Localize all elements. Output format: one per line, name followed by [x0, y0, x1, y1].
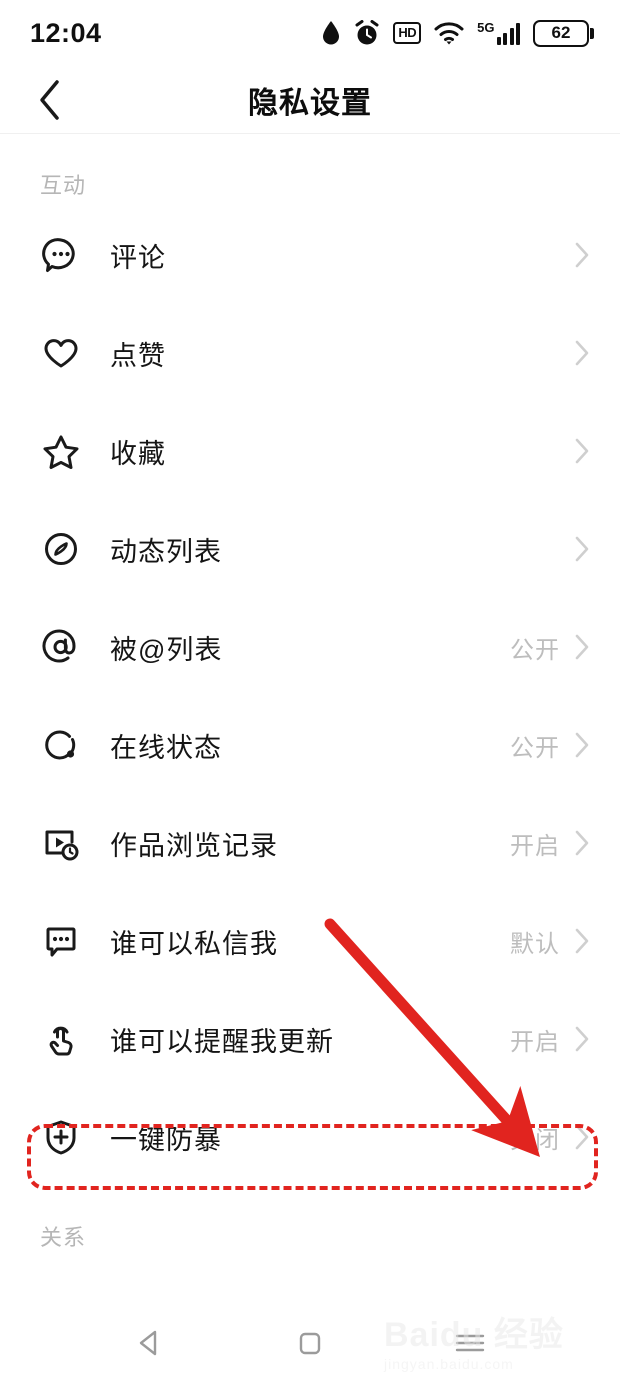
nav-home-button[interactable] [280, 1313, 340, 1373]
list-item-label: 谁可以提醒我更新 [110, 1026, 334, 1057]
signal-bars-icon [496, 23, 520, 45]
list-item-feed-list[interactable]: 动态列表 [0, 500, 620, 598]
video-history-icon [40, 822, 82, 864]
chevron-right-icon [574, 927, 590, 955]
battery-level-label: 62 [533, 19, 589, 47]
section-label-relations: 关系 [40, 1225, 87, 1250]
list-item-one-key-anti-abuse[interactable]: 一键防暴 关闭 [0, 1088, 620, 1186]
water-drop-icon [321, 20, 341, 46]
list-item-online-status[interactable]: 在线状态 公开 [0, 696, 620, 794]
nav-back-triangle-icon [139, 1330, 157, 1356]
nav-recents-button[interactable] [440, 1313, 500, 1373]
chevron-right-icon [574, 241, 590, 269]
list-item-value: 开启 [510, 1028, 560, 1056]
chevron-right-icon [574, 1025, 590, 1053]
list-item-label: 谁可以私信我 [110, 928, 278, 959]
page-title: 隐私设置 [248, 86, 372, 120]
battery-cap [590, 27, 594, 39]
list-item-who-can-remind[interactable]: 谁可以提醒我更新 开启 [0, 990, 620, 1088]
battery-icon: 62 [533, 19, 594, 47]
section-label-interaction: 互动 [40, 173, 87, 198]
list-item-label: 收藏 [110, 438, 166, 469]
chevron-right-icon [574, 535, 590, 563]
list-item-label: 点赞 [110, 340, 166, 371]
heart-icon [40, 332, 82, 374]
chevron-right-icon [574, 437, 590, 465]
page-header: 隐私设置 [0, 66, 620, 134]
compass-icon [40, 528, 82, 570]
settings-list: 评论 点赞 收藏 动态列表 被@列表 公开 在线状态 公开 作品浏览记录 开启 … [0, 200, 620, 1186]
list-item-label: 作品浏览记录 [110, 830, 278, 861]
nav-home-square-icon [299, 1332, 321, 1355]
list-item-value: 默认 [510, 930, 560, 958]
back-button[interactable] [30, 79, 70, 120]
list-item-value: 公开 [510, 636, 560, 664]
list-item-label: 被@列表 [110, 634, 223, 665]
list-item-value: 开启 [510, 832, 560, 860]
phone-screen: 12:04 HD 5G 62 隐私设置 互动 评论 点赞 收藏 动态列表 被@列… [0, 0, 620, 1386]
nav-back-button[interactable] [120, 1313, 180, 1373]
chevron-right-icon [574, 339, 590, 367]
list-item-likes[interactable]: 点赞 [0, 304, 620, 402]
list-item-label: 动态列表 [110, 536, 222, 567]
chevron-right-icon [574, 1123, 590, 1151]
message-bubble-icon [40, 920, 82, 962]
list-item-view-history[interactable]: 作品浏览记录 开启 [0, 794, 620, 892]
hd-icon: HD [393, 22, 422, 44]
android-nav-bar [0, 1300, 620, 1386]
list-item-value: 公开 [510, 734, 560, 762]
chevron-right-icon [574, 633, 590, 661]
status-bar: 12:04 HD 5G 62 [0, 0, 620, 66]
list-item-mentions[interactable]: 被@列表 公开 [0, 598, 620, 696]
status-bar-icons: HD 5G 62 [321, 19, 594, 47]
list-item-favorites[interactable]: 收藏 [0, 402, 620, 500]
wifi-icon [434, 21, 464, 46]
online-status-icon [40, 724, 82, 766]
status-bar-clock: 12:04 [30, 17, 102, 48]
list-item-label: 一键防暴 [110, 1124, 222, 1155]
star-icon [40, 430, 82, 472]
list-item-label: 在线状态 [110, 732, 222, 763]
list-item-label: 评论 [110, 242, 166, 273]
chevron-left-icon [40, 79, 59, 120]
network-type-label: 5G [477, 20, 495, 35]
chevron-right-icon [574, 829, 590, 857]
nav-menu-lines-icon [455, 1334, 485, 1352]
hand-tap-icon [40, 1018, 82, 1060]
comment-bubble-icon [40, 234, 82, 276]
chevron-right-icon [574, 731, 590, 759]
signal-5g-icon: 5G [477, 21, 520, 45]
list-item-who-can-dm[interactable]: 谁可以私信我 默认 [0, 892, 620, 990]
shield-plus-icon [40, 1116, 82, 1158]
alarm-clock-icon [354, 19, 380, 47]
list-item-value: 关闭 [510, 1126, 560, 1154]
at-sign-icon [40, 626, 82, 668]
list-item-comments[interactable]: 评论 [0, 206, 620, 304]
